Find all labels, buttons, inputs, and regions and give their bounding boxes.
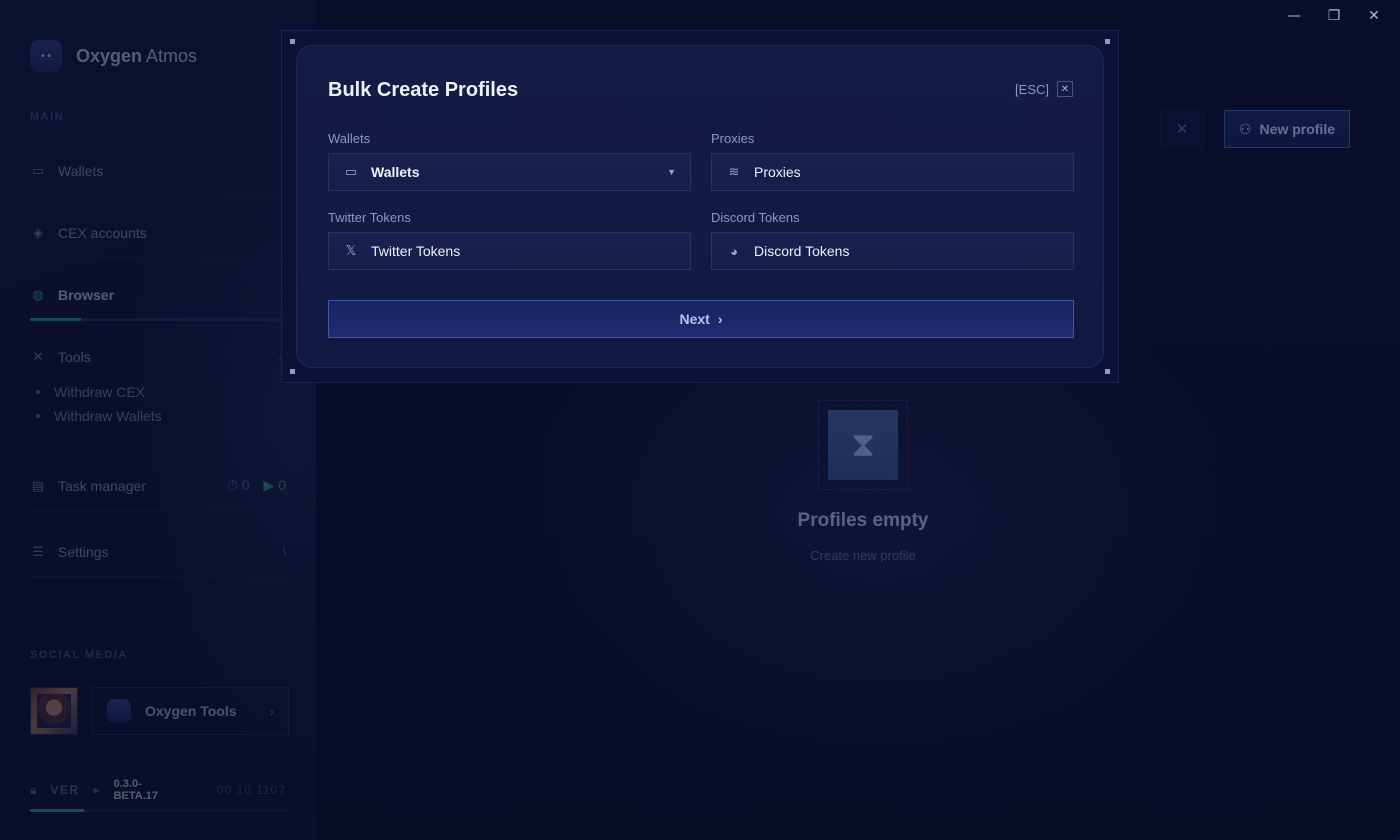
caret-down-icon: ▼ — [667, 167, 676, 177]
corner-marker — [290, 39, 295, 44]
close-button[interactable]: ✕ — [1057, 81, 1073, 97]
wallets-select-value: Wallets — [371, 164, 420, 180]
bulk-create-dialog: Bulk Create Profiles [ESC] ✕ Wallets ▭ W… — [296, 45, 1104, 368]
chevron-right-icon: › — [717, 311, 723, 327]
corner-marker — [290, 369, 295, 374]
esc-hint: [ESC] — [1015, 81, 1049, 97]
twitter-tokens-field[interactable]: 𝕏 Twitter Tokens — [328, 232, 691, 270]
dialog-title: Bulk Create Profiles — [328, 79, 519, 101]
wallets-select[interactable]: ▭ Wallets ▼ — [328, 153, 691, 191]
wifi-icon: ≋ — [728, 164, 740, 179]
close-window-button[interactable]: ✕ — [1356, 6, 1392, 26]
dialog-close-group: [ESC] ✕ — [1015, 81, 1073, 97]
discord-tokens-label: Discord Tokens — [711, 210, 800, 225]
window-controls: — ❐ ✕ — [1276, 6, 1392, 26]
proxies-label: Proxies — [711, 131, 755, 146]
proxies-field[interactable]: ≋ Proxies — [711, 153, 1074, 191]
discord-tokens-value: Discord Tokens — [754, 243, 850, 259]
next-button[interactable]: Next › — [328, 300, 1074, 338]
discord-tokens-field[interactable]: ◕ Discord Tokens — [711, 232, 1074, 270]
app-window: • • Oxygen Atmos MAIN ▭ Wallets ▾ ◈ CEX … — [0, 0, 1400, 840]
discord-icon: ◕ — [730, 243, 738, 259]
wallets-label: Wallets — [328, 131, 371, 146]
twitter-tokens-label: Twitter Tokens — [328, 210, 411, 225]
twitter-tokens-value: Twitter Tokens — [371, 243, 461, 259]
minimize-button[interactable]: — — [1276, 6, 1312, 26]
proxies-field-value: Proxies — [754, 164, 801, 180]
corner-marker — [1105, 369, 1110, 374]
wallet-icon: ▭ — [344, 164, 358, 179]
corner-marker — [1105, 39, 1110, 44]
restore-button[interactable]: ❐ — [1316, 6, 1352, 26]
x-twitter-icon: 𝕏 — [345, 243, 357, 258]
